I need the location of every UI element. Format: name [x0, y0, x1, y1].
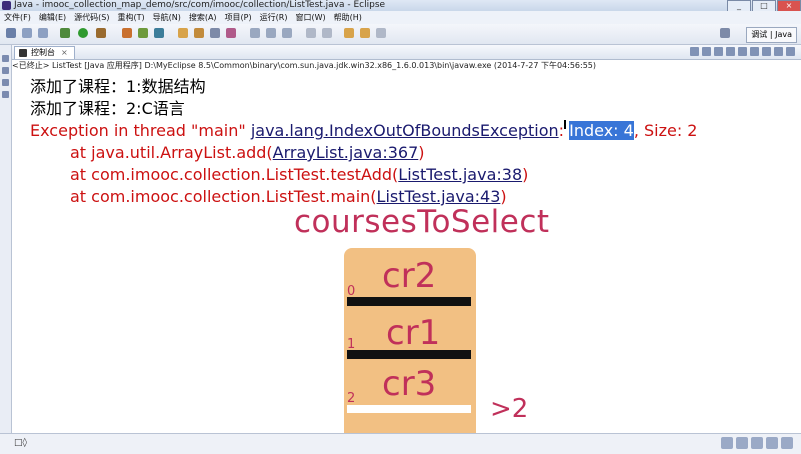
print-icon[interactable]	[38, 28, 48, 38]
heap-icon[interactable]	[721, 437, 733, 449]
console-status: <已终止> ListTest [Java 应用程序] D:\MyEclipse …	[12, 61, 597, 70]
new-class-icon[interactable]	[154, 28, 164, 38]
display-console-icon[interactable]	[750, 47, 759, 56]
menu-navigate[interactable]: 导航(N)	[149, 11, 185, 24]
exception-size: , Size: 2	[633, 121, 698, 140]
main-toolbar: 调试 | Java	[0, 24, 801, 45]
console-view-header: 控制台 ×	[12, 45, 801, 60]
tab-console-label: 控制台	[31, 48, 55, 57]
save-icon[interactable]	[22, 28, 32, 38]
frame-text: at java.util.ArrayList.add(	[70, 143, 273, 162]
debug-icon[interactable]	[60, 28, 70, 38]
divider-bar	[347, 297, 471, 306]
menu-file[interactable]: 文件(F)	[0, 11, 35, 24]
new-java-project-icon[interactable]	[122, 28, 132, 38]
list-item: cr2	[382, 256, 437, 296]
output-line: 添加了课程：2:C语言	[30, 99, 185, 118]
minimize-view-icon[interactable]	[774, 47, 783, 56]
window-titlebar: Java - imooc_collection_map_demo/src/com…	[0, 0, 801, 12]
open-type-icon[interactable]	[178, 28, 188, 38]
exception-prefix: Exception in thread "main"	[30, 121, 251, 140]
frame-text: )	[418, 143, 425, 162]
pin-console-icon[interactable]	[738, 47, 747, 56]
progress-icon[interactable]	[736, 437, 748, 449]
window-title: Java - imooc_collection_map_demo/src/com…	[14, 0, 386, 10]
perspective-switcher[interactable]: 调试 | Java	[746, 27, 797, 43]
maximize-view-icon[interactable]	[786, 47, 795, 56]
status-bar: □◊	[0, 433, 801, 454]
menu-bar: 文件(F) 编辑(E) 源代码(S) 重构(T) 导航(N) 搜索(A) 项目(P) 运行(R…	[0, 11, 801, 24]
frame-text: at com.imooc.collection.ListTest.testAdd…	[70, 165, 399, 184]
perspective-debug[interactable]: 调试	[751, 30, 767, 39]
output-line: 添加了课程：1:数据结构	[30, 77, 206, 96]
stack-frame: at com.imooc.collection.ListTest.testAdd…	[30, 164, 697, 186]
menu-source[interactable]: 源代码(S)	[70, 11, 113, 24]
package-explorer-icon[interactable]	[2, 55, 9, 62]
back-icon[interactable]	[360, 28, 370, 38]
prev-annotation-icon[interactable]	[322, 28, 332, 38]
size-note: >2	[490, 394, 529, 424]
annotation-icon[interactable]	[226, 28, 236, 38]
toggle-mark-icon[interactable]	[250, 28, 260, 38]
tab-console[interactable]: 控制台 ×	[14, 46, 75, 59]
frame-text: )	[522, 165, 529, 184]
text-cursor	[564, 120, 566, 129]
hierarchy-icon[interactable]	[2, 67, 9, 74]
menu-refactor[interactable]: 重构(T)	[113, 11, 148, 24]
whitespace-icon[interactable]	[282, 28, 292, 38]
open-folder-icon[interactable]	[194, 28, 204, 38]
console-icon	[19, 49, 27, 57]
left-trim-bar	[0, 45, 12, 435]
list-item: cr3	[382, 364, 437, 404]
scroll-lock-icon[interactable]	[726, 47, 735, 56]
list-item: cr1	[386, 313, 441, 353]
forward-icon[interactable]	[376, 28, 386, 38]
perspective-java[interactable]: Java	[775, 30, 792, 39]
divider-bar	[347, 350, 471, 359]
menu-help[interactable]: 帮助(H)	[330, 11, 366, 24]
tray-icon[interactable]	[766, 437, 778, 449]
outline-icon[interactable]	[2, 79, 9, 86]
last-edit-icon[interactable]	[344, 28, 354, 38]
status-bar-icons	[718, 437, 793, 449]
frame-link[interactable]: ListTest.java:38	[398, 165, 522, 184]
list-index: 2	[347, 391, 356, 406]
selected-text: Index: 4	[569, 121, 634, 140]
fast-view-icon[interactable]: □◊	[14, 438, 27, 448]
open-console-icon[interactable]	[762, 47, 771, 56]
remove-launch-icon[interactable]	[702, 47, 711, 56]
stack-frame: at java.util.ArrayList.add(ArrayList.jav…	[30, 142, 697, 164]
search-icon[interactable]	[210, 28, 220, 38]
close-tab-icon[interactable]: ×	[61, 48, 68, 57]
exception-class-link[interactable]: java.lang.IndexOutOfBoundsException	[251, 121, 559, 140]
drawing-title: coursesToSelect	[294, 204, 550, 240]
next-annotation-icon[interactable]	[306, 28, 316, 38]
tray-icon[interactable]	[781, 437, 793, 449]
menu-project[interactable]: 项目(P)	[221, 11, 256, 24]
open-perspective-icon[interactable]	[720, 28, 730, 38]
external-tools-icon[interactable]	[96, 28, 106, 38]
menu-search[interactable]: 搜索(A)	[185, 11, 221, 24]
console-toolbar	[687, 47, 795, 56]
new-package-icon[interactable]	[138, 28, 148, 38]
clear-console-icon[interactable]	[714, 47, 723, 56]
web-icon[interactable]	[2, 91, 9, 98]
console-output[interactable]: 添加了课程：1:数据结构 添加了课程：2:C语言 Exception in th…	[30, 76, 697, 208]
run-icon[interactable]	[78, 28, 88, 38]
menu-window[interactable]: 窗口(W)	[291, 11, 329, 24]
frame-link[interactable]: ArrayList.java:367	[273, 143, 419, 162]
menu-edit[interactable]: 编辑(E)	[35, 11, 70, 24]
window-controls: _ □ ×	[726, 0, 801, 12]
divider-bar-empty	[347, 405, 471, 413]
menu-run[interactable]: 运行(R)	[256, 11, 292, 24]
tray-icon[interactable]	[751, 437, 763, 449]
eclipse-icon	[2, 1, 11, 10]
exception-line: Exception in thread "main" java.lang.Ind…	[30, 120, 697, 142]
terminate-icon[interactable]	[690, 47, 699, 56]
block-select-icon[interactable]	[266, 28, 276, 38]
new-icon[interactable]	[6, 28, 16, 38]
